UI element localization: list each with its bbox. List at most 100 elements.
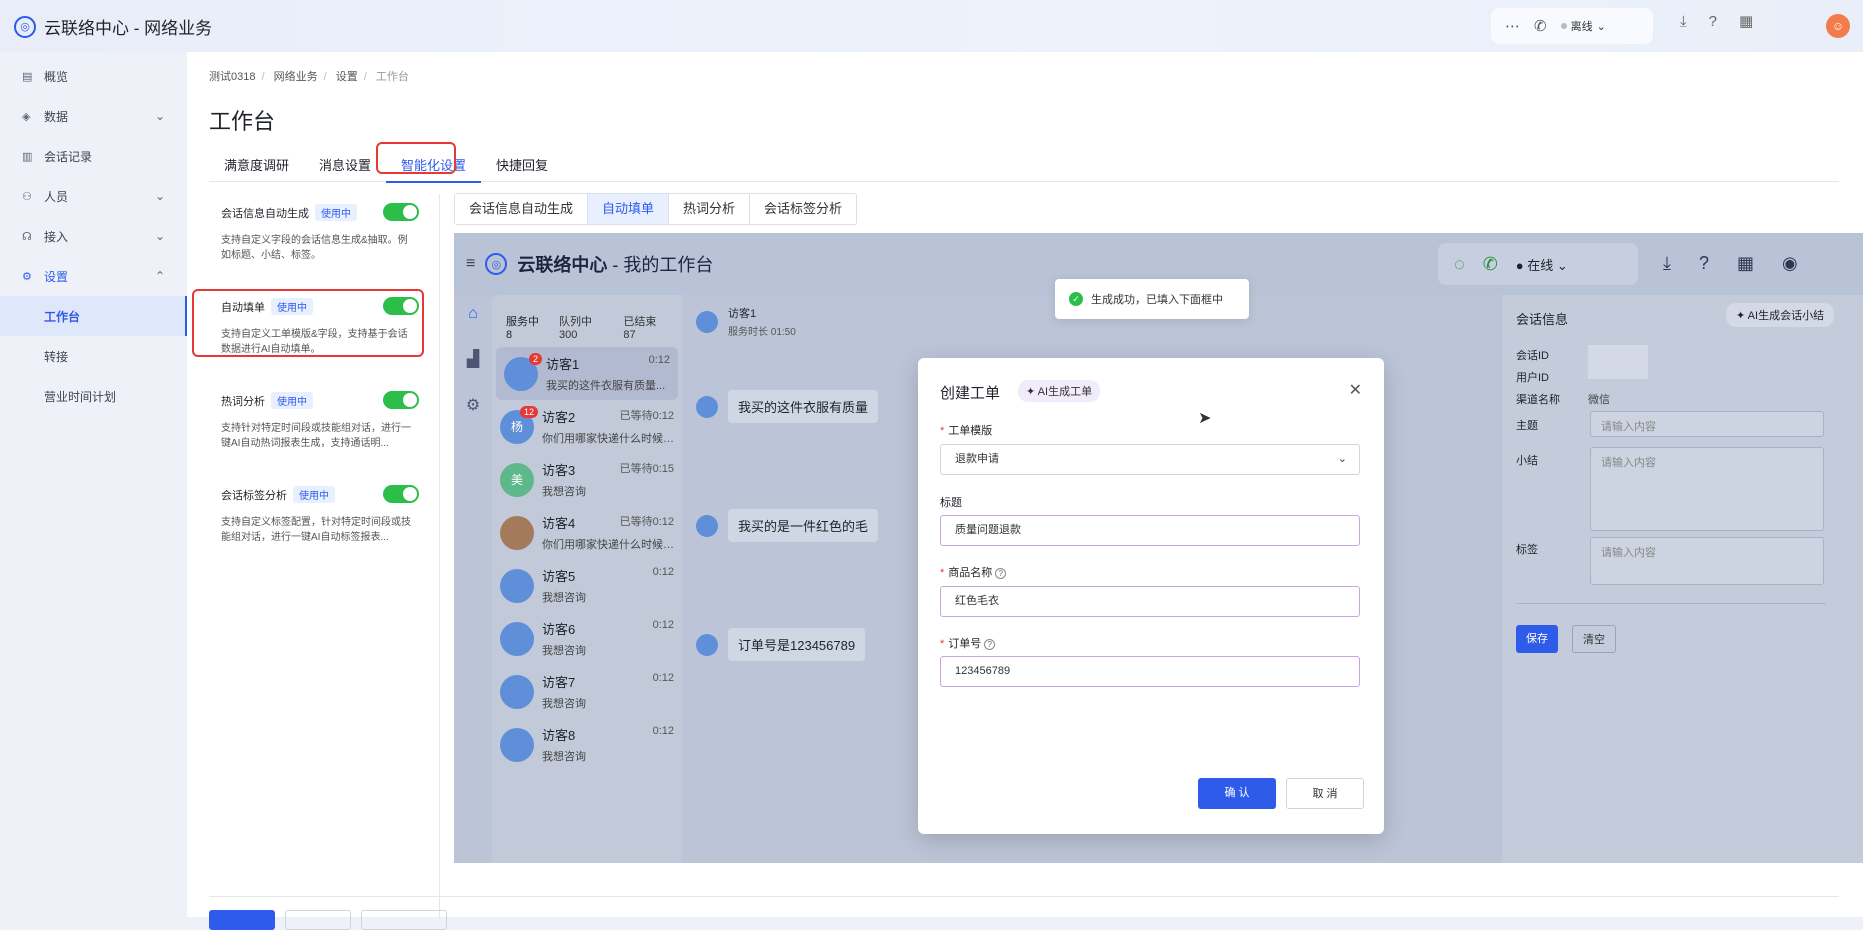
chat-message: 我买的是一件红色的毛 — [696, 509, 879, 542]
sidebar-item-people[interactable]: ⚇ 人员 ⌄ — [0, 176, 187, 216]
confirm-button[interactable]: 确 认 — [1198, 778, 1276, 809]
feature-hotword: 热词分析 使用中 支持针对特定时间段或技能组对话，进行一键AI自动热词报表生成，支… — [209, 382, 427, 476]
chevron-down-icon: ⌄ — [1596, 20, 1606, 33]
subtab-auto-fill[interactable]: 自动填单 — [588, 194, 670, 224]
chat-header: 访客1 服务时长 01:50 — [696, 305, 796, 338]
overview-icon: ▤ — [22, 70, 33, 83]
order-number-input[interactable]: 123456789 — [940, 656, 1360, 687]
breadcrumb-item[interactable]: 网络业务 — [274, 71, 318, 83]
list-tab: 队列中 300 — [559, 316, 593, 341]
unread-badge: 12 — [519, 405, 538, 418]
status-badge: 使用中 — [293, 486, 335, 503]
status-dot — [1560, 23, 1567, 29]
success-toast: ✓ 生成成功，已填入下面框中 — [1055, 279, 1249, 319]
logo-icon: ◎ — [485, 253, 508, 275]
preview-title-main: 云联络中心 — [517, 255, 608, 275]
sidebar-item-records[interactable]: ▥ 会话记录 — [0, 136, 187, 176]
sidebar-item-access[interactable]: ☊ 接入 ⌄ — [0, 216, 187, 256]
subtab-bar: 会话信息自动生成 自动填单 热词分析 会话标签分析 — [454, 193, 858, 225]
title-input[interactable]: 质量问题退款 — [940, 515, 1360, 546]
feature-desc: 支持自定义字段的会话信息生成&抽取。例如标题、小结、标签。 — [221, 235, 408, 261]
redacted-value — [1588, 345, 1648, 379]
feature-toggle[interactable] — [383, 485, 419, 503]
preview-visitor-list: 服务中 8 队列中 300 已结束 87 2 访客1 0:12 我买的这件衣服有质量.… — [492, 295, 682, 863]
question-icon[interactable]: ? — [984, 639, 996, 650]
status-label: 离线 — [1570, 21, 1593, 33]
home-icon: ⌂ — [468, 305, 478, 322]
chevron-down-icon: ⌄ — [154, 229, 165, 243]
breadcrumb-item[interactable]: 设置 — [336, 71, 358, 83]
list-item: 2 访客1 0:12 我买的这件衣服有质量... — [496, 347, 678, 400]
avatar: 美 — [500, 462, 534, 497]
feature-toggle[interactable] — [383, 391, 419, 409]
question-icon[interactable]: ? — [995, 568, 1007, 579]
tab-satisfaction[interactable]: 满意度调研 — [209, 150, 304, 182]
sidebar-item-workbench[interactable]: 工作台 — [0, 296, 187, 336]
avatar — [500, 621, 534, 656]
sidebar-item-transfer[interactable]: 转接 — [0, 336, 187, 376]
chat-message: 订单号是123456789 — [696, 628, 866, 661]
field-label: * 商品名称? — [940, 564, 1007, 580]
feature-auto-info: 会话信息自动生成 使用中 支持自定义字段的会话信息生成&抽取。例如标题、小结、标签… — [209, 194, 427, 288]
subtab-hotword[interactable]: 热词分析 — [669, 194, 751, 224]
list-item: 访客5 0:12 我想咨询 — [492, 559, 682, 612]
tab-quick-reply[interactable]: 快捷回复 — [481, 150, 563, 182]
ai-ticket-tag[interactable]: ✦ AI生成工单 — [1018, 380, 1101, 402]
template-select[interactable]: 退款申请 ⌄ — [940, 444, 1360, 475]
user-icon: ◉ — [1782, 253, 1798, 273]
help-icon: ? — [1698, 253, 1709, 273]
phone-icon[interactable]: ✆ — [1534, 19, 1547, 34]
preview-title-sub: 我的工作台 — [623, 255, 714, 275]
chat-icon: ◌ — [1454, 253, 1465, 274]
subtab-auto-info[interactable]: 会话信息自动生成 — [455, 194, 589, 224]
download-icon[interactable]: ⤓ — [1680, 14, 1687, 29]
feature-toggle[interactable] — [383, 203, 419, 221]
sidebar-item-label: 人员 — [44, 189, 69, 204]
ai-summary-button: ✦ AI生成会话小结 — [1726, 303, 1835, 327]
app-brand: ◎ 云联络中心 - 网络业务 — [14, 14, 212, 39]
sidebar-item-data[interactable]: ◈ 数据 ⌄ — [0, 96, 187, 136]
list-tab: 服务中 8 — [506, 316, 539, 341]
help-icon[interactable]: ? — [1709, 14, 1717, 29]
footer-button[interactable] — [209, 910, 275, 930]
cancel-button[interactable]: 取 消 — [1286, 778, 1364, 809]
field-label: 标题 — [940, 497, 962, 509]
chevron-down-icon: ⌄ — [154, 189, 165, 203]
avatar — [696, 633, 718, 656]
sidebar-item-label: 营业时间计划 — [44, 389, 117, 404]
sidebar-item-business-hours[interactable]: 营业时间计划 — [0, 376, 187, 416]
divider — [209, 896, 1839, 897]
hamburger-icon: ≡ — [466, 255, 476, 272]
chevron-down-icon: ⌄ — [1337, 453, 1347, 465]
breadcrumb-item[interactable]: 测试0318 — [209, 71, 255, 83]
chevron-up-icon: ⌃ — [154, 269, 165, 283]
page-title: 工作台 — [209, 109, 276, 134]
phone-icon: ✆ — [1482, 253, 1498, 274]
download-icon: ⤓ — [1663, 253, 1671, 273]
close-icon[interactable]: ✕ — [1349, 380, 1362, 400]
chat-icon[interactable]: ⋯ — [1505, 19, 1520, 34]
avatar — [696, 514, 718, 537]
field-label: * 工单模版 — [940, 425, 993, 437]
product-name-input[interactable]: 红色毛衣 — [940, 586, 1360, 617]
divider — [439, 194, 440, 919]
list-item: 访客6 0:12 我想咨询 — [492, 612, 682, 665]
subtab-tag-analysis[interactable]: 会话标签分析 — [750, 194, 857, 224]
breadcrumb: 测试0318/ 网络业务 / 设置 / 工作台 — [209, 71, 409, 83]
tab-message-settings[interactable]: 消息设置 — [304, 150, 386, 182]
logo-icon: ◎ — [14, 15, 36, 38]
user-avatar[interactable]: ☺ — [1826, 14, 1850, 38]
feature-desc: 支持自定义标签配置，针对特定时间段或技能组对话，进行一键AI自动标签报表... — [221, 517, 411, 543]
sidebar-item-label: 转接 — [44, 349, 69, 364]
sidebar-item-settings[interactable]: ⚙ 设置 ⌃ — [0, 256, 187, 296]
chat-message: 我买的这件衣服有质量 — [696, 390, 879, 423]
field-label: * 订单号? — [940, 635, 996, 651]
sidebar-item-overview[interactable]: ▤ 概览 — [0, 56, 187, 96]
grid-icon: ▦ — [1736, 253, 1754, 273]
footer-button[interactable] — [285, 910, 351, 930]
avatar — [500, 727, 534, 762]
avatar — [696, 310, 718, 333]
footer-button[interactable] — [361, 910, 447, 930]
status-dropdown[interactable]: 离线 ⌄ — [1560, 18, 1606, 34]
grid-icon[interactable]: ▦ — [1739, 14, 1753, 29]
